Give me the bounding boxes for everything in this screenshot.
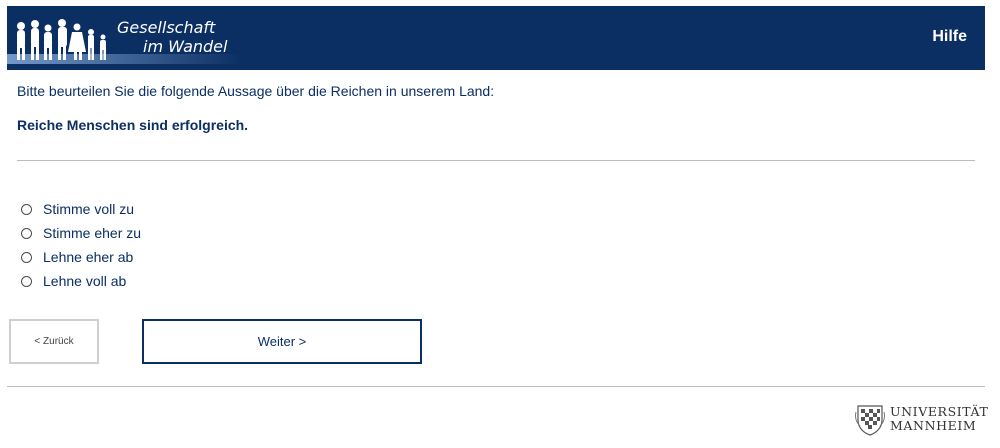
university-line2: MANNHEIM — [890, 418, 977, 433]
radio-button[interactable] — [21, 251, 32, 263]
header-bar: Gesellschaft im Wandel Hilfe — [7, 6, 985, 70]
question-statement: Reiche Menschen sind erfolgreich. — [17, 117, 249, 133]
university-line1: UNIVERSITÄT — [890, 404, 989, 419]
question-intro: Bitte beurteilen Sie die folgende Aussag… — [17, 83, 495, 99]
option-label: Lehne voll ab — [43, 273, 127, 289]
next-button[interactable]: Weiter > — [142, 319, 422, 364]
logo-wordmark: Gesellschaft im Wandel — [115, 18, 227, 56]
university-logo: UNIVERSITÄT MANNHEIM — [854, 401, 988, 437]
option-lehne-eher-ab[interactable]: Lehne eher ab — [21, 245, 141, 269]
option-label: Stimme voll zu — [43, 201, 135, 217]
option-stimme-eher-zu[interactable]: Stimme eher zu — [21, 221, 141, 245]
divider — [17, 160, 975, 161]
option-label: Lehne eher ab — [43, 249, 134, 265]
university-crest-icon — [855, 405, 885, 436]
university-name: UNIVERSITÄT MANNHEIM — [890, 405, 988, 433]
option-lehne-voll-ab[interactable]: Lehne voll ab — [21, 269, 141, 293]
help-link[interactable]: Hilfe — [932, 28, 967, 46]
radio-button[interactable] — [21, 203, 32, 215]
option-stimme-voll-zu[interactable]: Stimme voll zu — [21, 197, 141, 221]
back-button[interactable]: < Zurück — [9, 319, 99, 364]
option-label: Stimme eher zu — [43, 225, 142, 241]
radio-button[interactable] — [21, 227, 32, 239]
answer-options: Stimme voll zu Stimme eher zu Lehne eher… — [21, 197, 141, 293]
footer-divider — [7, 386, 985, 387]
logo-line1: Gesellschaft — [117, 18, 216, 37]
logo-line2: im Wandel — [143, 37, 228, 56]
radio-button[interactable] — [21, 275, 32, 287]
